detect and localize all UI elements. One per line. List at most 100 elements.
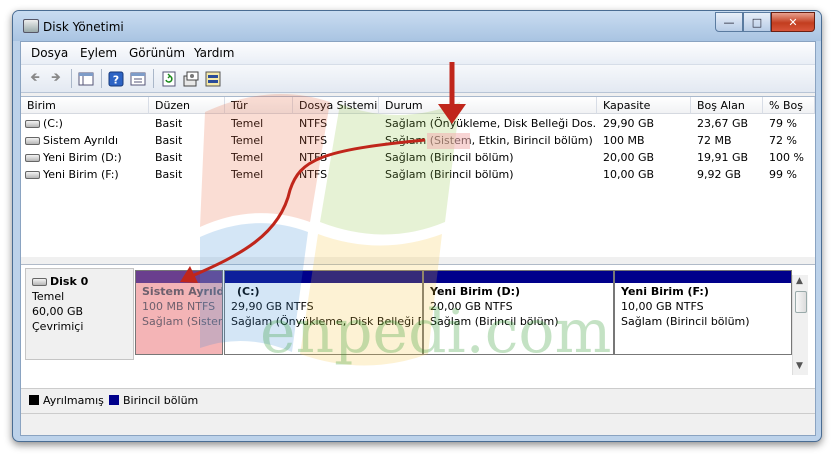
partition-size: 29,90 GB NTFS: [231, 300, 314, 313]
partition-bar: [225, 271, 422, 283]
toolbar-separator: [71, 69, 72, 88]
partition-d[interactable]: Yeni Birim (D:) 20,00 GB NTFS Sağlam (Bi…: [423, 270, 614, 355]
legend-bar: Ayrılmamış Birincil bölüm: [21, 388, 815, 411]
help-icon[interactable]: ?: [107, 70, 125, 87]
scroll-up-icon[interactable]: ▲: [796, 276, 803, 286]
cell-durum: Sağlam (Birincil bölüm): [385, 151, 514, 164]
disk-management-window: Disk Yönetimi — □ ✕ Dosya Eylem Görünüm …: [12, 10, 822, 442]
disk-status: Çevrimiçi: [32, 320, 84, 333]
partition-size: 20,00 GB NTFS: [430, 300, 513, 313]
maximize-button[interactable]: □: [743, 12, 771, 32]
volume-disk-icon: [25, 171, 40, 179]
settings-icon[interactable]: [182, 70, 200, 87]
vertical-scroll-thumb[interactable]: [795, 291, 807, 313]
volume-disk-icon: [25, 154, 40, 162]
table-row[interactable]: Sistem Ayrıldı Basit Temel NTFS Sağlam (…: [21, 132, 815, 149]
disk-list-icon[interactable]: [204, 70, 222, 87]
toolbar: 🡸 🡺 ?: [21, 65, 815, 93]
cell-dosya-sistemi: NTFS: [299, 134, 328, 147]
legend-swatch-unallocated: [29, 395, 39, 405]
disk-graphical-view: Disk 0 Temel 60,00 GB Çevrimiçi Sistem A…: [21, 264, 815, 389]
cell-tur: Temel: [231, 134, 264, 147]
partition-bar: [615, 271, 791, 283]
menu-dosya[interactable]: Dosya: [31, 46, 68, 60]
partition-status: Sağlam (Birincil bölüm): [430, 315, 559, 328]
disk-type: Temel: [32, 290, 65, 303]
column-header-tur[interactable]: Tür: [225, 97, 293, 114]
partition-system-reserved[interactable]: Sistem Ayrıld 100 MB NTFS Sağlam (Sister: [135, 270, 223, 355]
legend-label-unallocated: Ayrılmamış: [43, 394, 104, 407]
volume-disk-icon: [25, 120, 40, 128]
svg-text:?: ?: [113, 73, 119, 86]
cell-kapasite: 20,00 GB: [603, 151, 655, 164]
forward-arrow-icon[interactable]: 🡺: [47, 70, 65, 87]
disk-icon: [32, 278, 47, 286]
disk-size: 60,00 GB: [32, 305, 84, 318]
cell-birim: Yeni Birim (F:): [43, 168, 119, 181]
column-header-durum[interactable]: Durum: [379, 97, 597, 114]
partition-status: Sağlam (Önyükleme, Disk Belleği D: [231, 315, 421, 328]
cell-kapasite: 10,00 GB: [603, 168, 655, 181]
refresh-icon[interactable]: [160, 70, 178, 87]
column-header-dosya-sistemi[interactable]: Dosya Sistemi: [293, 97, 379, 114]
column-header-birim[interactable]: Birim: [21, 97, 149, 114]
column-header-duzen[interactable]: Düzen: [149, 97, 225, 114]
cell-duzen: Basit: [155, 151, 183, 164]
window-title: Disk Yönetimi: [43, 20, 124, 34]
cell-birim: (C:): [43, 117, 63, 130]
vertical-scrollbar[interactable]: ▲ ▼: [792, 275, 808, 375]
menu-bar: Dosya Eylem Görünüm Yardım: [21, 42, 815, 65]
cell-yuzde-bos: 100 %: [769, 151, 804, 164]
partition-f[interactable]: Yeni Birim (F:) 10,00 GB NTFS Sağlam (Bi…: [614, 270, 792, 355]
cell-tur: Temel: [231, 168, 264, 181]
partition-name: Sistem Ayrıld: [142, 285, 222, 298]
cell-duzen: Basit: [155, 117, 183, 130]
table-row[interactable]: Yeni Birim (F:) Basit Temel NTFS Sağlam …: [21, 166, 815, 183]
show-hide-tree-icon[interactable]: [77, 70, 95, 87]
column-header-bos-alan[interactable]: Boş Alan: [691, 97, 763, 114]
table-row[interactable]: (C:) Basit Temel NTFS Sağlam (Önyükleme,…: [21, 115, 815, 132]
cell-dosya-sistemi: NTFS: [299, 117, 328, 130]
legend-swatch-primary: [109, 395, 119, 405]
status-bar: [21, 413, 815, 435]
cell-durum: Sağlam (Önyükleme, Disk Belleği Dos...: [385, 117, 595, 130]
table-row[interactable]: Yeni Birim (D:) Basit Temel NTFS Sağlam …: [21, 149, 815, 166]
properties-icon[interactable]: [129, 70, 147, 87]
cell-yuzde-bos: 72 %: [769, 134, 797, 147]
toolbar-separator: [153, 69, 154, 88]
partition-c[interactable]: (C:) 29,90 GB NTFS Sağlam (Önyükleme, Di…: [224, 270, 423, 355]
close-button[interactable]: ✕: [771, 12, 815, 32]
scroll-down-icon[interactable]: ▼: [796, 361, 803, 371]
partition-bar: [136, 271, 222, 283]
cell-dosya-sistemi: NTFS: [299, 151, 328, 164]
cell-tur: Temel: [231, 117, 264, 130]
cell-yuzde-bos: 79 %: [769, 117, 797, 130]
volume-disk-icon: [25, 137, 40, 145]
title-bar[interactable]: Disk Yönetimi — □ ✕: [13, 11, 821, 41]
menu-gorunum[interactable]: Görünüm: [129, 46, 185, 60]
cell-kapasite: 100 MB: [603, 134, 645, 147]
cell-duzen: Basit: [155, 134, 183, 147]
partition-bar: [424, 271, 613, 283]
cell-bos-alan: 23,67 GB: [697, 117, 749, 130]
disk-0-label[interactable]: Disk 0 Temel 60,00 GB Çevrimiçi: [25, 268, 134, 360]
column-header-kapasite[interactable]: Kapasite: [597, 97, 691, 114]
partition-name: Yeni Birim (F:): [621, 285, 709, 298]
disk-management-app-icon: [23, 19, 39, 33]
partition-name: (C:): [237, 285, 260, 298]
back-arrow-icon[interactable]: 🡸: [26, 70, 44, 87]
partition-size: 100 MB NTFS: [142, 300, 216, 313]
menu-yardim[interactable]: Yardım: [194, 46, 234, 60]
cell-birim: Yeni Birim (D:): [43, 151, 122, 164]
partition-status: Sağlam (Birincil bölüm): [621, 315, 750, 328]
minimize-button[interactable]: —: [715, 12, 743, 32]
disk-name: Disk 0: [50, 275, 89, 288]
column-header-yuzde-bos[interactable]: % Boş: [763, 97, 815, 114]
menu-eylem[interactable]: Eylem: [80, 46, 117, 60]
cell-bos-alan: 19,91 GB: [697, 151, 749, 164]
toolbar-separator: [101, 69, 102, 88]
cell-tur: Temel: [231, 151, 264, 164]
cell-birim: Sistem Ayrıldı: [43, 134, 119, 147]
window-controls: — □ ✕: [715, 12, 815, 32]
partition-size: 10,00 GB NTFS: [621, 300, 704, 313]
